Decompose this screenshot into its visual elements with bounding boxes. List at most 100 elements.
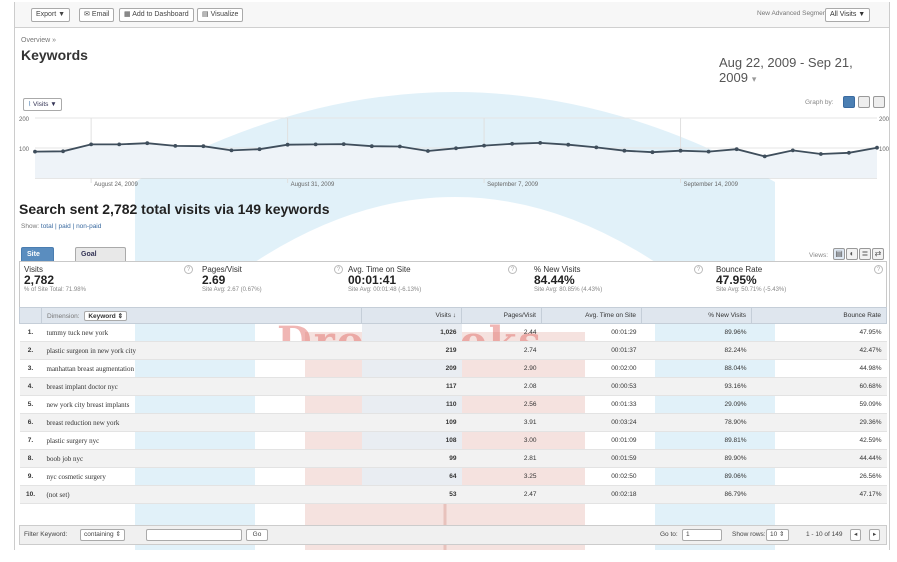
keyword-link[interactable]: breast reduction new york <box>41 413 362 432</box>
visits-point[interactable] <box>173 144 178 148</box>
dimension-header: Dimension: Keyword ⇕ <box>41 307 362 324</box>
graph-by-month-button[interactable] <box>873 96 885 108</box>
help-icon[interactable]: ? <box>694 265 703 274</box>
goto-label: Go to: <box>660 531 678 538</box>
visits-point[interactable] <box>426 149 430 153</box>
table-header-row: Dimension: Keyword ⇕ Visits ↓ Pages/Visi… <box>19 307 887 324</box>
add-to-dashboard-button[interactable]: ▦ Add to Dashboard <box>119 8 194 22</box>
bounce-rate-header[interactable]: Bounce Rate <box>751 307 887 324</box>
email-button[interactable]: ✉ Email <box>79 8 115 22</box>
scorecard-subtext: Site Avg: 80.85% (4.43%) <box>534 287 603 293</box>
visualize-button[interactable]: ▤ Visualize <box>197 8 244 22</box>
prev-page-button[interactable]: ◂ <box>850 529 862 541</box>
filter-input[interactable] <box>146 529 242 541</box>
show-rows-value: 10 <box>770 531 778 538</box>
keyword-link[interactable]: (not set) <box>41 485 362 504</box>
visits-point[interactable] <box>790 148 795 153</box>
visits-point[interactable] <box>454 146 458 151</box>
new-visits-cell: 93.16% <box>641 377 752 396</box>
table-row: 9. nyc cosmetic surgery 64 3.25 00:02:50 89.0… <box>19 467 887 486</box>
show-rows-select[interactable]: 10 ⇕ <box>766 529 789 541</box>
scorecard-new-visits: % New Visits 84.44% Site Avg: 80.85% (4.… <box>534 265 704 307</box>
keyword-link[interactable]: manhattan breast augmentation <box>41 359 362 378</box>
dimension-select[interactable]: Keyword ⇕ <box>84 310 128 321</box>
scorecard-avg-time: Avg. Time on Site 00:01:41 Site Avg: 00:… <box>348 265 518 307</box>
visits-point[interactable] <box>566 142 571 147</box>
advanced-segments-label: New Advanced Segments <box>757 10 832 17</box>
export-button[interactable]: Export ▼ <box>31 8 71 22</box>
pie-view-icon[interactable]: ◐ <box>846 248 858 260</box>
keyword-link[interactable]: boob job nyc <box>41 449 362 468</box>
breadcrumb[interactable]: Overview » <box>21 37 56 44</box>
pages-visit-cell: 2.56 <box>461 395 542 414</box>
visits-point[interactable] <box>397 144 402 149</box>
visits-point[interactable] <box>594 145 599 150</box>
tab-goal-conversion[interactable]: Goal Conversion <box>75 247 126 272</box>
visits-point[interactable] <box>201 144 206 149</box>
keyword-link[interactable]: breast implant doctor nyc <box>41 377 362 396</box>
visits-point[interactable] <box>117 142 122 147</box>
pages-visit-cell: 3.91 <box>461 413 542 432</box>
visits-point[interactable] <box>89 142 94 147</box>
visits-point[interactable] <box>847 150 851 155</box>
new-visits-cell: 78.90% <box>641 413 752 432</box>
date-range-selector[interactable]: Aug 22, 2009 - Sep 21, 2009 ▾ <box>719 55 889 85</box>
x-tick-label: August 24, 2009 <box>94 182 138 188</box>
pages-visit-header[interactable]: Pages/Visit <box>461 307 542 324</box>
keyword-link[interactable]: nyc cosmetic surgery <box>41 467 362 486</box>
comparison-view-icon[interactable]: ⇄ <box>872 248 884 260</box>
visits-point[interactable] <box>650 150 655 155</box>
visits-point[interactable] <box>341 142 346 146</box>
help-icon[interactable]: ? <box>334 265 343 274</box>
visits-point[interactable] <box>510 141 515 146</box>
table-row: 2. plastic surgeon in new york city 219 2.7… <box>19 341 887 360</box>
visits-point[interactable] <box>369 144 374 149</box>
keyword-link[interactable]: plastic surgery nyc <box>41 431 362 450</box>
visits-point[interactable] <box>33 149 37 154</box>
avg-time-header[interactable]: Avg. Time on Site <box>541 307 642 324</box>
visits-point[interactable] <box>622 148 627 153</box>
visits-point[interactable] <box>538 141 543 145</box>
graph-by-label: Graph by: <box>805 99 834 106</box>
scorecard-value: 00:01:41 <box>348 273 397 287</box>
new-visits-cell: 89.81% <box>641 431 752 450</box>
visits-point[interactable] <box>257 147 262 152</box>
segment-select[interactable]: All Visits ▼ <box>825 8 871 22</box>
pages-visit-cell: 2.90 <box>461 359 542 378</box>
visits-point[interactable] <box>145 141 150 146</box>
next-page-button[interactable]: ▸ <box>869 529 881 541</box>
visits-point[interactable] <box>313 142 318 147</box>
visits-point[interactable] <box>706 149 711 154</box>
visits-point[interactable] <box>285 142 290 147</box>
help-icon[interactable]: ? <box>508 265 517 274</box>
graph-by-day-button[interactable] <box>843 96 855 108</box>
row-index: 1. <box>19 323 42 342</box>
chevron-down-icon: ⇕ <box>115 531 121 538</box>
filter-go-button[interactable]: Go <box>246 529 268 541</box>
tab-site-usage[interactable]: Site Usage <box>21 247 54 272</box>
row-index: 2. <box>19 341 42 360</box>
visits-point[interactable] <box>482 143 486 148</box>
visits-point[interactable] <box>61 149 65 154</box>
new-visits-header[interactable]: % New Visits <box>641 307 752 324</box>
keyword-link[interactable]: tummy tuck new york <box>41 323 362 342</box>
help-icon[interactable]: ? <box>874 265 883 274</box>
goto-input[interactable]: 1 <box>682 529 722 541</box>
help-icon[interactable]: ? <box>184 265 193 274</box>
show-options[interactable]: total | paid | non-paid <box>41 223 101 230</box>
visits-point[interactable] <box>678 148 683 153</box>
visits-point[interactable] <box>818 152 823 156</box>
visits-point[interactable] <box>762 154 767 159</box>
scorecard-pages-visit: Pages/Visit 2.69 Site Avg: 2.67 (0.67%) … <box>202 265 372 307</box>
performance-view-icon[interactable]: ≣ <box>859 248 871 260</box>
visits-point[interactable] <box>229 148 234 153</box>
keyword-link[interactable]: plastic surgeon in new york city <box>41 341 362 360</box>
pages-visit-cell: 3.00 <box>461 431 542 450</box>
visits-header[interactable]: Visits ↓ <box>361 307 462 324</box>
filter-mode-select[interactable]: containing ⇕ <box>80 529 125 541</box>
visits-point[interactable] <box>734 147 739 152</box>
graph-by-week-button[interactable] <box>858 96 870 108</box>
keyword-link[interactable]: new york city breast implants <box>41 395 362 414</box>
table-view-icon[interactable]: ▤ <box>833 248 845 260</box>
avg-time-cell: 00:00:53 <box>541 377 642 396</box>
